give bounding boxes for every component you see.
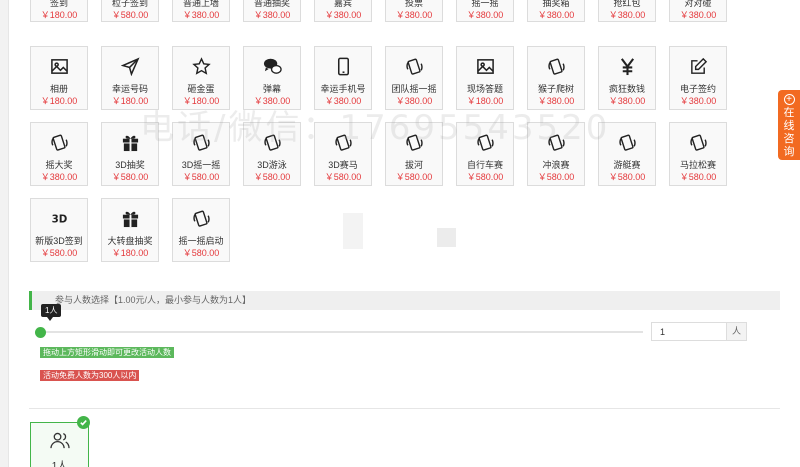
- shake-icon: [528, 55, 584, 77]
- image-icon: [31, 55, 87, 77]
- feature-price: ￥580.00: [253, 172, 291, 182]
- gift-icon: [102, 207, 158, 229]
- feature-price: ￥580.00: [111, 172, 149, 182]
- chat-icon: [244, 55, 300, 77]
- feature-tile[interactable]: 签到 ￥180.00: [30, 0, 88, 22]
- participant-slider-track[interactable]: [40, 331, 643, 333]
- feature-price: ￥380.00: [679, 96, 717, 106]
- participant-count-input[interactable]: [651, 322, 727, 341]
- star-icon: [173, 55, 229, 77]
- shake-icon: [386, 55, 442, 77]
- free-limit-badge: 活动免费人数为300人以内: [40, 370, 140, 381]
- svg-text:3D: 3D: [51, 213, 67, 225]
- feature-price: ￥380.00: [182, 10, 220, 20]
- shake-icon: [173, 207, 229, 229]
- feature-price: ￥580.00: [182, 248, 220, 258]
- left-gutter: [0, 0, 9, 467]
- feature-tile[interactable]: 摇一摇启动 ￥580.00: [172, 198, 230, 262]
- feature-tile[interactable]: 3D 新版3D签到 ￥580.00: [30, 198, 88, 262]
- feature-tile[interactable]: 抢红包 ￥380.00: [598, 0, 656, 22]
- feature-tile[interactable]: 摇大奖 ￥380.00: [30, 122, 88, 186]
- feature-tile[interactable]: 粒子签到 ￥580.00: [101, 0, 159, 22]
- online-consult-label: 在线咨询: [783, 107, 795, 158]
- shake-icon: [670, 131, 726, 153]
- 3d-icon: 3D: [31, 207, 87, 229]
- feature-price: ￥580.00: [324, 172, 362, 182]
- feature-price: ￥380.00: [395, 10, 433, 20]
- feature-price: ￥380.00: [679, 10, 717, 20]
- placeholder-block: [437, 228, 456, 247]
- feature-price: ￥580.00: [608, 172, 646, 182]
- feature-price: ￥180.00: [40, 10, 78, 20]
- participant-unit: 人: [727, 322, 747, 341]
- check-icon: [77, 416, 90, 429]
- feature-price: ￥380.00: [324, 10, 362, 20]
- feature-tile[interactable]: 抽奖箱 ￥380.00: [527, 0, 585, 22]
- feature-price: ￥580.00: [537, 172, 575, 182]
- feature-price: ￥580.00: [395, 172, 433, 182]
- feature-price: ￥580.00: [679, 172, 717, 182]
- shake-icon: [31, 131, 87, 153]
- feature-tile[interactable]: 投票 ￥380.00: [385, 0, 443, 22]
- feature-price: ￥380.00: [537, 10, 575, 20]
- people-option-label: 1人: [51, 461, 68, 467]
- feature-tile[interactable]: 大转盘抽奖 ￥180.00: [101, 198, 159, 262]
- feature-price: ￥380.00: [253, 10, 291, 20]
- image-icon: [457, 55, 513, 77]
- feature-price: ￥580.00: [111, 10, 149, 20]
- watermark: 电话/微信：17695543520: [140, 108, 611, 148]
- people-option-card[interactable]: 1人: [30, 422, 89, 467]
- edit-icon: [670, 55, 726, 77]
- feature-price: ￥380.00: [466, 10, 504, 20]
- slider-handle[interactable]: [35, 327, 46, 338]
- send-icon: [102, 55, 158, 77]
- feature-tile[interactable]: 对对碰 ￥380.00: [669, 0, 727, 22]
- participant-section-header: 参与人数选择【1.00元/人，最小参与人数为1人】: [29, 291, 780, 310]
- feature-tile[interactable]: 电子签约 ￥380.00: [669, 46, 727, 110]
- mobile-icon: [315, 55, 371, 77]
- placeholder-block: [343, 213, 363, 249]
- users-icon: [31, 431, 88, 449]
- feature-tile[interactable]: 嘉宾 ￥380.00: [314, 0, 372, 22]
- feature-price: ￥580.00: [466, 172, 504, 182]
- plus-icon: +: [783, 94, 795, 105]
- feature-tile[interactable]: 普通上墙 ￥380.00: [172, 0, 230, 22]
- feature-price: ￥380.00: [608, 10, 646, 20]
- slider-tooltip: 1人: [41, 304, 62, 321]
- feature-tile[interactable]: 摇一摇 ￥380.00: [456, 0, 514, 22]
- feature-tile[interactable]: 相册 ￥180.00: [30, 46, 88, 110]
- feature-price: ￥380.00: [40, 172, 78, 182]
- yen-icon: [599, 55, 655, 77]
- feature-price: ￥180.00: [111, 248, 149, 258]
- divider: [29, 408, 780, 409]
- feature-price: ￥180.00: [40, 96, 78, 106]
- feature-price: ￥580.00: [40, 248, 78, 258]
- drag-tip-badge: 拖动上方矩形滑动即可更改活动人数: [40, 347, 174, 358]
- feature-tile[interactable]: 马拉松赛 ￥580.00: [669, 122, 727, 186]
- online-consult-tab[interactable]: + 在线咨询: [778, 90, 800, 160]
- feature-price: ￥580.00: [182, 172, 220, 182]
- feature-tile[interactable]: 普通抽奖 ￥380.00: [243, 0, 301, 22]
